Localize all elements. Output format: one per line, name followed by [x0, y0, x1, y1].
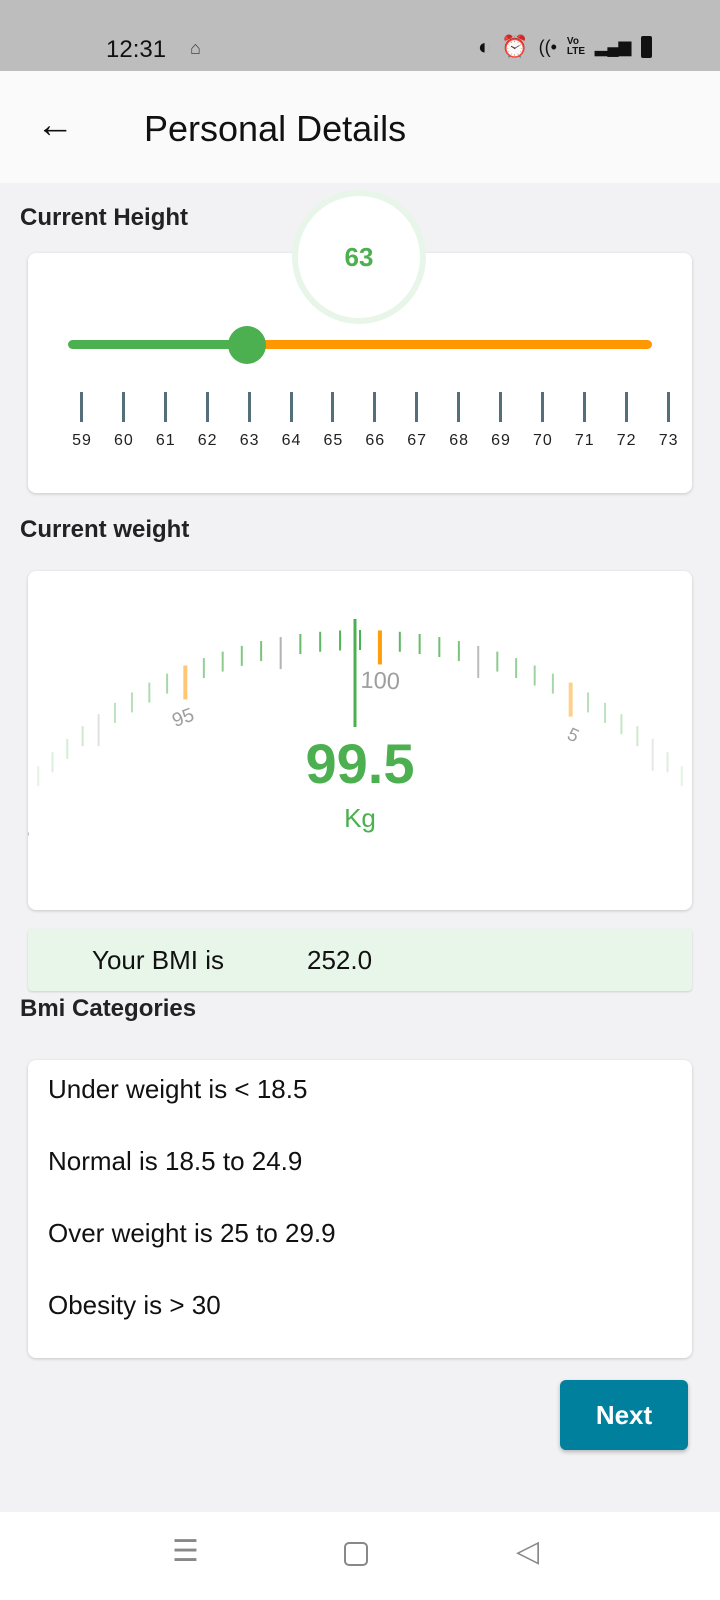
bmi-result: Your BMI is 252.0	[28, 929, 692, 991]
menu-icon[interactable]: ☰	[172, 1534, 199, 1569]
gauge-label: 100	[360, 667, 400, 695]
data-saver-icon: ◐	[477, 34, 492, 59]
back-arrow-icon[interactable]: ←	[36, 104, 74, 147]
status-icons: ◐ ⏰ ((• Vo LTE ▂▄▆	[478, 34, 652, 60]
height-value-bubble: 63	[292, 190, 426, 324]
height-slider-inactive-track[interactable]	[246, 340, 652, 349]
height-tick	[624, 392, 628, 422]
home-notification-icon: ⌂	[190, 38, 201, 58]
next-button[interactable]: Next	[560, 1380, 688, 1450]
height-tick	[373, 392, 377, 422]
height-tick	[205, 392, 209, 422]
height-tick	[163, 392, 167, 422]
height-label: Current Height	[20, 204, 188, 231]
status-time: 12:31	[106, 36, 167, 63]
height-tick	[666, 392, 670, 422]
status-bar: 12:31 ⌂ ◐ ⏰ ((• Vo LTE ▂▄▆	[0, 0, 720, 71]
height-tick-label: 70	[532, 432, 553, 449]
height-tick-label: 64	[281, 432, 302, 449]
height-tick-label: 68	[449, 432, 469, 449]
height-tick-label: 65	[323, 432, 344, 449]
height-tick-label: 69	[491, 432, 511, 449]
home-icon[interactable]	[344, 1542, 368, 1566]
category-item: Normal is 18.5 to 24.9	[48, 1146, 303, 1176]
weight-unit: Kg	[344, 803, 376, 833]
height-tick	[80, 392, 83, 422]
back-nav-icon[interactable]: ◁	[516, 1534, 539, 1569]
category-item: Under weight is < 18.5	[48, 1074, 308, 1104]
height-tick-label: 73	[658, 432, 679, 449]
height-tick	[121, 392, 125, 422]
height-tick-label: 63	[239, 432, 260, 449]
height-tick-label: 71	[574, 432, 595, 449]
height-slider-thumb[interactable]	[228, 326, 266, 364]
volte-icon: Vo LTE	[566, 36, 586, 57]
height-tick	[457, 392, 461, 422]
height-tick	[247, 392, 251, 422]
height-tick	[499, 392, 502, 422]
weight-gauge-card[interactable]: 9095100510 99.5 Kg	[28, 571, 692, 910]
height-tick	[331, 392, 335, 422]
alarm-icon: ⏰	[501, 34, 529, 59]
page-title: Personal Details	[144, 108, 407, 149]
weight-value: 99.5	[305, 732, 415, 795]
bmi-value: 252.0	[307, 945, 373, 975]
height-slider-active-track[interactable]	[68, 340, 248, 349]
height-tick-label: 61	[155, 432, 176, 449]
height-tick	[415, 392, 419, 422]
category-item: Obesity is > 30	[48, 1290, 221, 1320]
bmi-label: Your BMI is	[92, 945, 224, 975]
height-tick-label: 66	[365, 432, 386, 449]
height-tick-label: 62	[197, 432, 218, 449]
signal-icon: ▂▄▆	[595, 39, 631, 56]
bmi-categories-title: Bmi Categories	[20, 995, 197, 1022]
battery-icon	[641, 36, 652, 58]
bmi-categories-card: Under weight is < 18.5 Normal is 18.5 to…	[28, 1060, 692, 1358]
height-tick-label: 60	[113, 432, 134, 449]
height-tick-label: 67	[407, 432, 428, 449]
system-nav-bar: ☰ ◁	[0, 1512, 720, 1600]
height-tick	[582, 392, 586, 422]
gauge-label: 95	[169, 704, 197, 732]
height-tick	[540, 392, 544, 422]
weight-label: Current weight	[20, 516, 190, 543]
height-tick	[289, 392, 293, 422]
category-item: Over weight is 25 to 29.9	[48, 1218, 336, 1248]
height-tick-label: 72	[616, 432, 637, 449]
height-tick-label: 59	[72, 432, 92, 449]
wifi-icon: ((•	[538, 36, 557, 57]
